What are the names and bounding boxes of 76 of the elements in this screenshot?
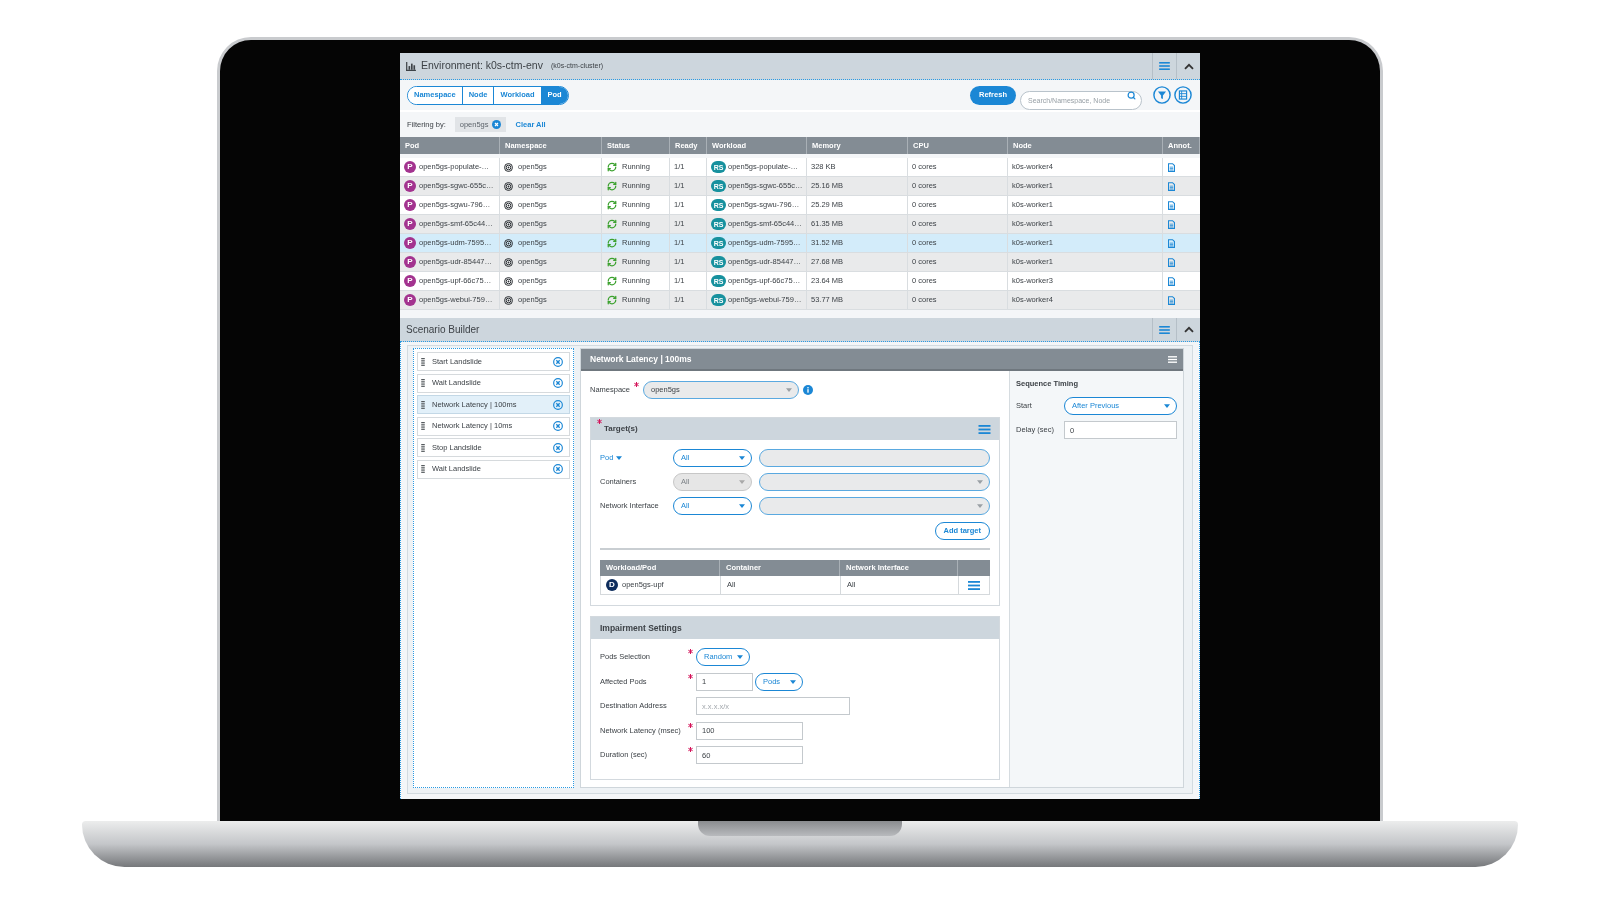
menu-icon xyxy=(1159,62,1170,70)
remove-icon[interactable] xyxy=(553,442,563,453)
type-badge: P xyxy=(404,294,416,306)
namespace-icon xyxy=(504,181,513,191)
document-icon[interactable] xyxy=(1168,219,1175,229)
menu-icon[interactable] xyxy=(978,424,991,434)
namespace-icon xyxy=(504,295,513,305)
caret-icon xyxy=(739,456,745,460)
caret-icon xyxy=(739,480,745,484)
filter-icon[interactable] xyxy=(1153,86,1171,104)
search-icon[interactable] xyxy=(1127,90,1136,100)
caret-icon xyxy=(737,655,743,659)
caret-icon xyxy=(790,679,796,684)
sync-icon xyxy=(607,238,617,248)
panel-title: Environment: k0s-ctm-env xyxy=(421,58,543,74)
type-badge: P xyxy=(404,199,416,211)
select-field[interactable] xyxy=(759,473,990,491)
input-field[interactable] xyxy=(759,449,990,467)
type-badge: D xyxy=(606,579,618,591)
info-icon[interactable] xyxy=(803,385,813,395)
document-icon[interactable] xyxy=(1168,162,1175,172)
remove-icon[interactable] xyxy=(553,378,563,388)
sync-icon xyxy=(607,181,617,191)
namespace-icon xyxy=(504,257,513,267)
type-badge: P xyxy=(404,218,416,230)
editor-title: Network Latency | 100ms xyxy=(590,352,692,366)
panel-title: Scenario Builder xyxy=(406,323,480,337)
remove-icon[interactable] xyxy=(553,421,563,431)
sync-icon xyxy=(607,295,617,305)
drag-handle-icon[interactable] xyxy=(421,443,425,452)
drag-handle-icon[interactable] xyxy=(421,357,425,366)
select-field[interactable] xyxy=(759,497,990,515)
chevron-up-icon xyxy=(1183,326,1194,333)
type-badge: P xyxy=(404,256,416,268)
caret-icon xyxy=(1164,404,1170,408)
remove-icon[interactable] xyxy=(553,399,563,410)
bar-chart-icon xyxy=(406,61,416,71)
caret-icon xyxy=(786,388,792,392)
caret-icon xyxy=(977,480,983,484)
type-badge: P xyxy=(404,275,416,287)
section-title: Target(s) xyxy=(604,423,638,435)
drag-handle-icon[interactable] xyxy=(421,400,425,409)
namespace-icon xyxy=(504,162,513,172)
namespace-icon xyxy=(504,276,513,286)
sync-icon xyxy=(607,162,617,172)
document-icon[interactable] xyxy=(1168,200,1175,210)
document-icon[interactable] xyxy=(1168,181,1175,191)
document-icon[interactable] xyxy=(1168,276,1175,286)
remove-icon[interactable] xyxy=(491,120,501,129)
drag-handle-icon[interactable] xyxy=(421,379,425,387)
drag-handle-icon[interactable] xyxy=(421,422,425,430)
type-badge: P xyxy=(404,237,416,249)
caret-icon xyxy=(977,504,983,508)
sync-icon xyxy=(607,200,617,210)
remove-icon[interactable] xyxy=(553,464,563,474)
type-badge: P xyxy=(404,161,416,173)
menu-icon xyxy=(1159,325,1170,334)
table-view-icon[interactable] xyxy=(1174,86,1192,104)
chevron-up-icon xyxy=(1183,62,1194,70)
namespace-icon xyxy=(504,219,513,229)
document-icon[interactable] xyxy=(1168,295,1175,305)
caret-icon xyxy=(616,456,623,460)
sync-icon xyxy=(607,219,617,229)
namespace-icon xyxy=(504,200,513,210)
menu-icon[interactable] xyxy=(1168,355,1177,363)
remove-icon[interactable] xyxy=(553,356,563,367)
document-icon[interactable] xyxy=(1168,257,1175,267)
caret-icon xyxy=(739,504,745,508)
type-badge: P xyxy=(404,180,416,192)
sync-icon xyxy=(607,276,617,286)
section-title: Impairment Settings xyxy=(600,621,682,635)
document-icon[interactable] xyxy=(1168,238,1175,248)
sync-icon xyxy=(607,257,617,267)
menu-icon[interactable] xyxy=(968,580,980,590)
namespace-icon xyxy=(504,238,513,248)
drag-handle-icon[interactable] xyxy=(421,465,425,473)
